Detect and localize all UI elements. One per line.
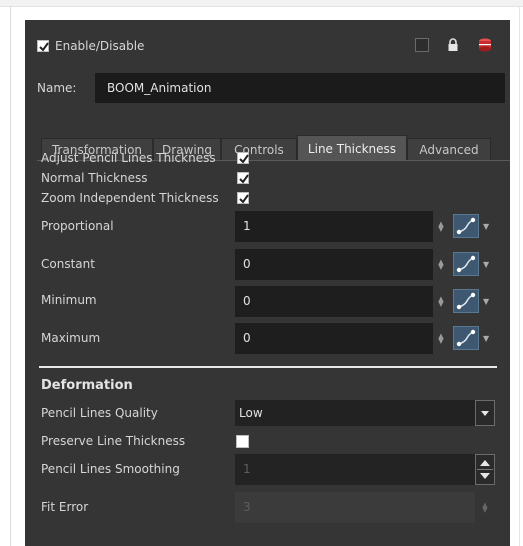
function-curve-icon [456, 255, 476, 273]
zoom-independent-label: Zoom Independent Thickness [41, 191, 219, 205]
checkmark-icon [39, 42, 49, 52]
deformation-heading: Deformation [41, 378, 133, 393]
tab-controls[interactable]: Controls [221, 138, 297, 160]
preserve-thickness-label: Preserve Line Thickness [41, 434, 186, 448]
chevron-down-icon[interactable]: ▼ [483, 334, 492, 343]
window-frame-right [519, 6, 520, 546]
normal-thickness-checkbox[interactable] [237, 172, 249, 184]
checkmark-icon [239, 154, 249, 164]
maximum-spinner[interactable]: ▲ ▼ [437, 333, 445, 345]
enable-label: Enable/Disable [55, 39, 145, 53]
maximum-function-button[interactable] [453, 326, 479, 350]
fit-error-label: Fit Error [41, 500, 89, 514]
chevron-down-icon [481, 411, 489, 416]
proportional-label: Proportional [41, 219, 114, 233]
preserve-thickness-checkbox[interactable] [236, 435, 249, 448]
layer-color-icon[interactable] [478, 37, 492, 53]
smoothing-spinner[interactable] [475, 454, 495, 485]
adjust-pencil-label: Adjust Pencil Lines Thickness [41, 151, 216, 165]
enable-checkbox[interactable] [37, 40, 49, 52]
maximum-input[interactable]: 0 [235, 323, 433, 354]
checkmark-icon [239, 174, 249, 184]
proportional-function-button[interactable] [453, 214, 479, 238]
name-input[interactable]: BOOM_Animation [95, 73, 505, 103]
tab-line-thickness[interactable]: Line Thickness [297, 135, 407, 160]
chevron-down-icon[interactable]: ▼ [483, 260, 492, 269]
spinner-arrows-icon [477, 460, 493, 479]
minimum-input[interactable]: 0 [235, 286, 433, 317]
lock-icon[interactable] [447, 38, 459, 52]
layer-properties-panel: Enable/Disable Name: BOOM_Animation Tran… [25, 20, 510, 546]
pencil-smoothing-input[interactable]: 1 [235, 454, 475, 485]
pencil-smoothing-label: Pencil Lines Smoothing [41, 462, 180, 476]
function-curve-icon [456, 329, 476, 347]
constant-spinner[interactable]: ▲ ▼ [437, 259, 445, 271]
minimum-label: Minimum [41, 293, 97, 307]
constant-input[interactable]: 0 [235, 249, 433, 280]
proportional-spinner[interactable]: ▲ ▼ [437, 221, 445, 233]
chevron-down-icon[interactable]: ▼ [483, 297, 492, 306]
window-frame-left [10, 6, 11, 546]
fit-error-spinner[interactable]: ▲ ▼ [481, 502, 489, 514]
tab-advanced[interactable]: Advanced [407, 138, 491, 160]
name-label: Name: [37, 81, 77, 95]
proportional-input[interactable]: 1 [235, 211, 433, 242]
window-frame-top [0, 0, 523, 7]
pencil-quality-label: Pencil Lines Quality [41, 406, 158, 420]
chevron-down-icon[interactable]: ▼ [483, 222, 492, 231]
constant-function-button[interactable] [453, 252, 479, 276]
normal-thickness-label: Normal Thickness [41, 171, 148, 185]
function-curve-icon [456, 292, 476, 310]
adjust-pencil-checkbox[interactable] [237, 152, 249, 164]
maximum-label: Maximum [41, 331, 101, 345]
function-curve-icon [456, 217, 476, 235]
checkmark-icon [239, 194, 249, 204]
color-swatch-icon[interactable] [415, 38, 429, 52]
minimum-function-button[interactable] [453, 289, 479, 313]
section-divider [39, 366, 497, 368]
minimum-spinner[interactable]: ▲ ▼ [437, 296, 445, 308]
pencil-quality-select[interactable]: Low [235, 400, 475, 426]
constant-label: Constant [41, 257, 95, 271]
zoom-independent-checkbox[interactable] [237, 192, 249, 204]
quality-dropdown-button[interactable] [475, 400, 495, 426]
fit-error-input[interactable]: 3 [235, 492, 475, 523]
